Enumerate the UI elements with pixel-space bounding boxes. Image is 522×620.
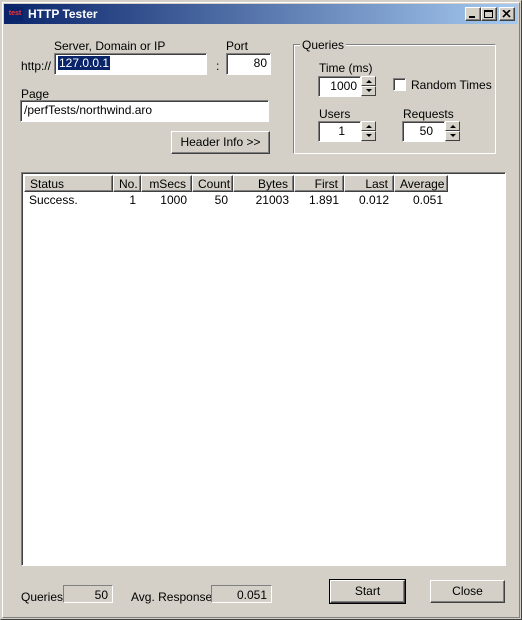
column-header-count[interactable]: Count [192,175,233,192]
results-listview[interactable]: Status No. mSecs Count Bytes First Last … [21,172,506,566]
requests-spinner[interactable] [445,121,460,142]
random-times-checkbox[interactable] [393,78,406,91]
cell-status: Success. [29,193,78,207]
time-input-value: 1000 [330,79,357,93]
time-spin-up[interactable] [361,76,376,86]
maximize-button[interactable] [481,7,497,21]
column-header-bytes[interactable]: Bytes [233,175,294,192]
cell-count: 50 [214,193,228,207]
arrow-up-icon [366,125,372,128]
column-header-average[interactable]: Average [394,175,448,192]
users-spinner[interactable] [361,121,376,142]
avg-response-label: Avg. Response [131,590,213,604]
arrow-down-icon [366,134,372,137]
http-prefix-label: http:// [21,59,52,73]
requests-spin-up[interactable] [445,121,460,131]
column-header-status[interactable]: Status [24,175,113,192]
arrow-down-icon [366,89,372,92]
queries-group-legend: Queries [300,38,347,52]
time-label: Time (ms) [319,61,373,75]
cell-first: 1.891 [308,193,339,207]
time-spinner[interactable] [361,76,376,97]
requests-label: Requests [403,107,454,121]
port-separator: : [216,59,220,73]
server-input[interactable]: 127.0.0.1 [54,53,207,75]
arrow-up-icon [366,80,372,83]
time-spin-down[interactable] [361,86,376,96]
arrow-down-icon [450,134,456,137]
page-input[interactable]: /perfTests/northwind.aro [20,100,269,122]
server-input-value: 127.0.0.1 [58,56,111,70]
server-label: Server, Domain or IP [54,39,166,53]
port-input-value: 80 [253,56,267,70]
column-header-no[interactable]: No. [113,175,141,192]
port-label: Port [226,39,249,53]
maximize-icon [484,10,493,18]
users-input-value: 1 [338,124,345,138]
requests-input-value: 50 [419,124,433,138]
avg-response-value: 0.051 [211,585,272,603]
cell-msecs: 1000 [160,193,187,207]
close-button[interactable]: Close [430,580,505,603]
users-label: Users [319,107,351,121]
title-bar[interactable]: test HTTP Tester [4,4,518,24]
time-input[interactable]: 1000 [318,76,361,97]
header-info-button[interactable]: Header Info >> [171,131,270,154]
start-button[interactable]: Start [329,579,406,604]
app-icon: test [7,7,23,21]
column-header-first[interactable]: First [294,175,344,192]
table-row[interactable]: Success. 1 1000 50 21003 1.891 0.012 0.0… [24,192,503,208]
window-title: HTTP Tester [28,7,98,21]
queries-count-value: 50 [63,585,113,603]
cell-bytes: 21003 [255,193,289,207]
port-input[interactable]: 80 [226,53,271,75]
minimize-icon [469,16,475,18]
page-input-value: /perfTests/northwind.aro [24,103,153,117]
column-header-last[interactable]: Last [344,175,394,192]
queries-count-label: Queries [21,590,64,604]
results-header: Status No. mSecs Count Bytes First Last … [24,175,503,192]
cell-no: 1 [129,193,136,207]
close-window-button[interactable] [499,7,515,21]
requests-input[interactable]: 50 [402,121,445,142]
users-spin-down[interactable] [361,131,376,141]
arrow-up-icon [450,125,456,128]
cell-last: 0.012 [358,193,389,207]
minimize-button[interactable] [465,7,481,21]
close-icon [502,10,511,18]
users-input[interactable]: 1 [318,121,361,142]
page-label: Page [21,87,50,101]
users-spin-up[interactable] [361,121,376,131]
http-tester-window: test HTTP Tester Server, Domain or IP ht… [0,0,522,620]
requests-spin-down[interactable] [445,131,460,141]
cell-average: 0.051 [412,193,443,207]
column-header-msecs[interactable]: mSecs [141,175,192,192]
random-times-label: Random Times [411,78,492,92]
